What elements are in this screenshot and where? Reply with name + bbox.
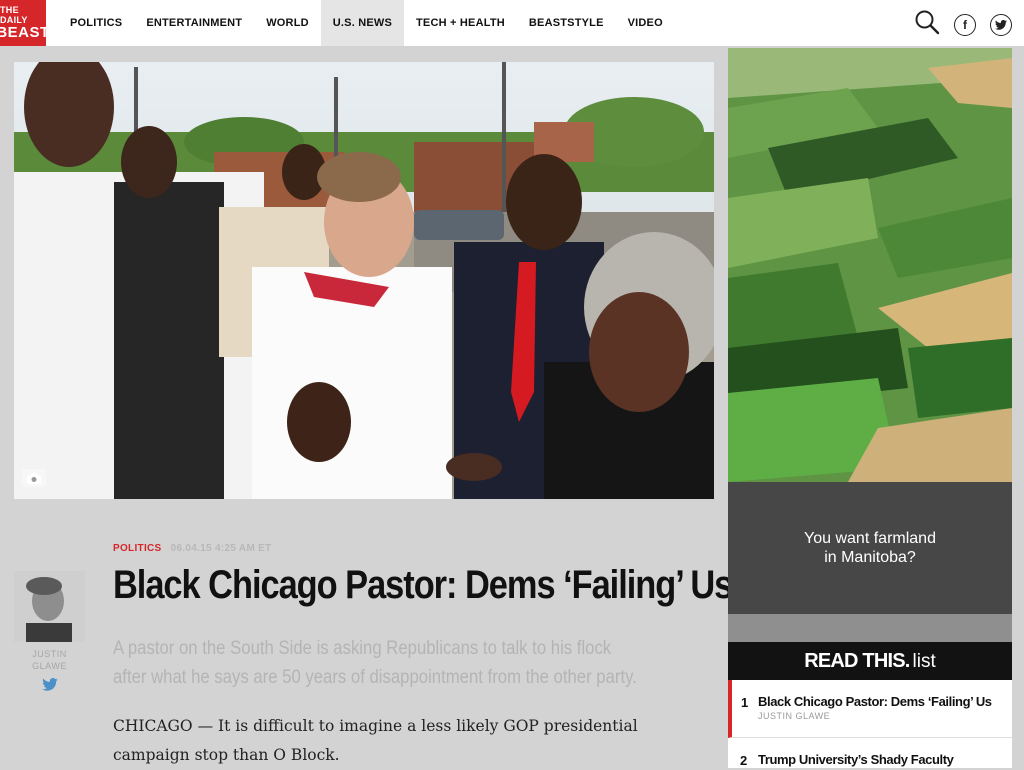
twitter-icon[interactable]	[990, 13, 1012, 36]
read-this-header: READ THIS. list	[728, 642, 1012, 680]
nav-world[interactable]: WORLD	[254, 0, 321, 46]
read-this-title: READ THIS.	[804, 650, 910, 672]
author-twitter-icon[interactable]	[14, 678, 85, 696]
header-icons: f	[900, 9, 1012, 40]
site-header: THE DAILY BEAST POLITICS ENTERTAINMENT W…	[0, 0, 1024, 46]
nav-us-news[interactable]: U.S. NEWS	[320, 0, 405, 46]
nav-politics[interactable]: POLITICS	[58, 0, 134, 46]
main-nav: POLITICS ENTERTAINMENT WORLD U.S. NEWS T…	[58, 0, 675, 46]
search-icon[interactable]	[914, 9, 940, 40]
author-avatar[interactable]	[14, 571, 85, 642]
article-body-paragraph: CHICAGO — It is difficult to imagine a l…	[113, 717, 638, 764]
author-block: JUSTIN GLAWE	[14, 571, 85, 696]
logo-line-1: THE DAILY	[0, 5, 28, 25]
publish-date: 06.04.15 4:25 AM ET	[170, 543, 272, 554]
nav-beaststyle[interactable]: BEASTSTYLE	[517, 0, 616, 46]
article-headline: Black Chicago Pastor: Dems ‘Failing’ Us	[113, 563, 733, 607]
nav-tech-health[interactable]: TECH + HEALTH	[404, 0, 517, 46]
item-number: 1	[741, 695, 749, 710]
read-this-item[interactable]: 1 Black Chicago Pastor: Dems ‘Failing’ U…	[728, 680, 1012, 738]
ad-footer-strip	[728, 614, 1012, 642]
article-kicker: POLITICS 06.04.15 4:25 AM ET	[113, 543, 272, 554]
item-title[interactable]: Trump University’s Shady Faculty	[758, 752, 1002, 768]
author-name-last[interactable]: GLAWE	[14, 660, 85, 672]
nav-entertainment[interactable]: ENTERTAINMENT	[134, 0, 254, 46]
hero-photo	[14, 62, 714, 499]
ad-aerial-farmland-illustration	[728, 48, 1012, 482]
facebook-icon[interactable]: f	[954, 13, 976, 36]
ad-line-1: You want farmland	[804, 530, 936, 547]
camera-icon[interactable]	[22, 469, 46, 487]
section-label[interactable]: POLITICS	[113, 543, 162, 554]
logo-line-2: BEAST	[0, 24, 50, 41]
read-this-subtitle: list	[912, 651, 936, 672]
nav-video[interactable]: VIDEO	[616, 0, 675, 46]
daily-beast-logo[interactable]: THE DAILY BEAST	[0, 0, 49, 46]
item-number: 2	[740, 753, 748, 768]
read-this-list: 1 Black Chicago Pastor: Dems ‘Failing’ U…	[728, 680, 1012, 768]
read-this-item[interactable]: 2 Trump University’s Shady Faculty	[728, 738, 1012, 768]
author-name-first[interactable]: JUSTIN	[14, 648, 85, 660]
ad-text-box[interactable]: You want farmland in Manitoba?	[728, 482, 1012, 614]
article-dek: A pastor on the South Side is asking Rep…	[113, 638, 637, 688]
item-title[interactable]: Black Chicago Pastor: Dems ‘Failing’ Us	[758, 694, 1002, 710]
ad-line-2: in Manitoba?	[824, 549, 916, 566]
hero-photo-illustration	[14, 62, 714, 499]
item-author[interactable]: JUSTIN GLAWE	[758, 711, 1002, 721]
ad-image[interactable]	[728, 48, 1012, 482]
